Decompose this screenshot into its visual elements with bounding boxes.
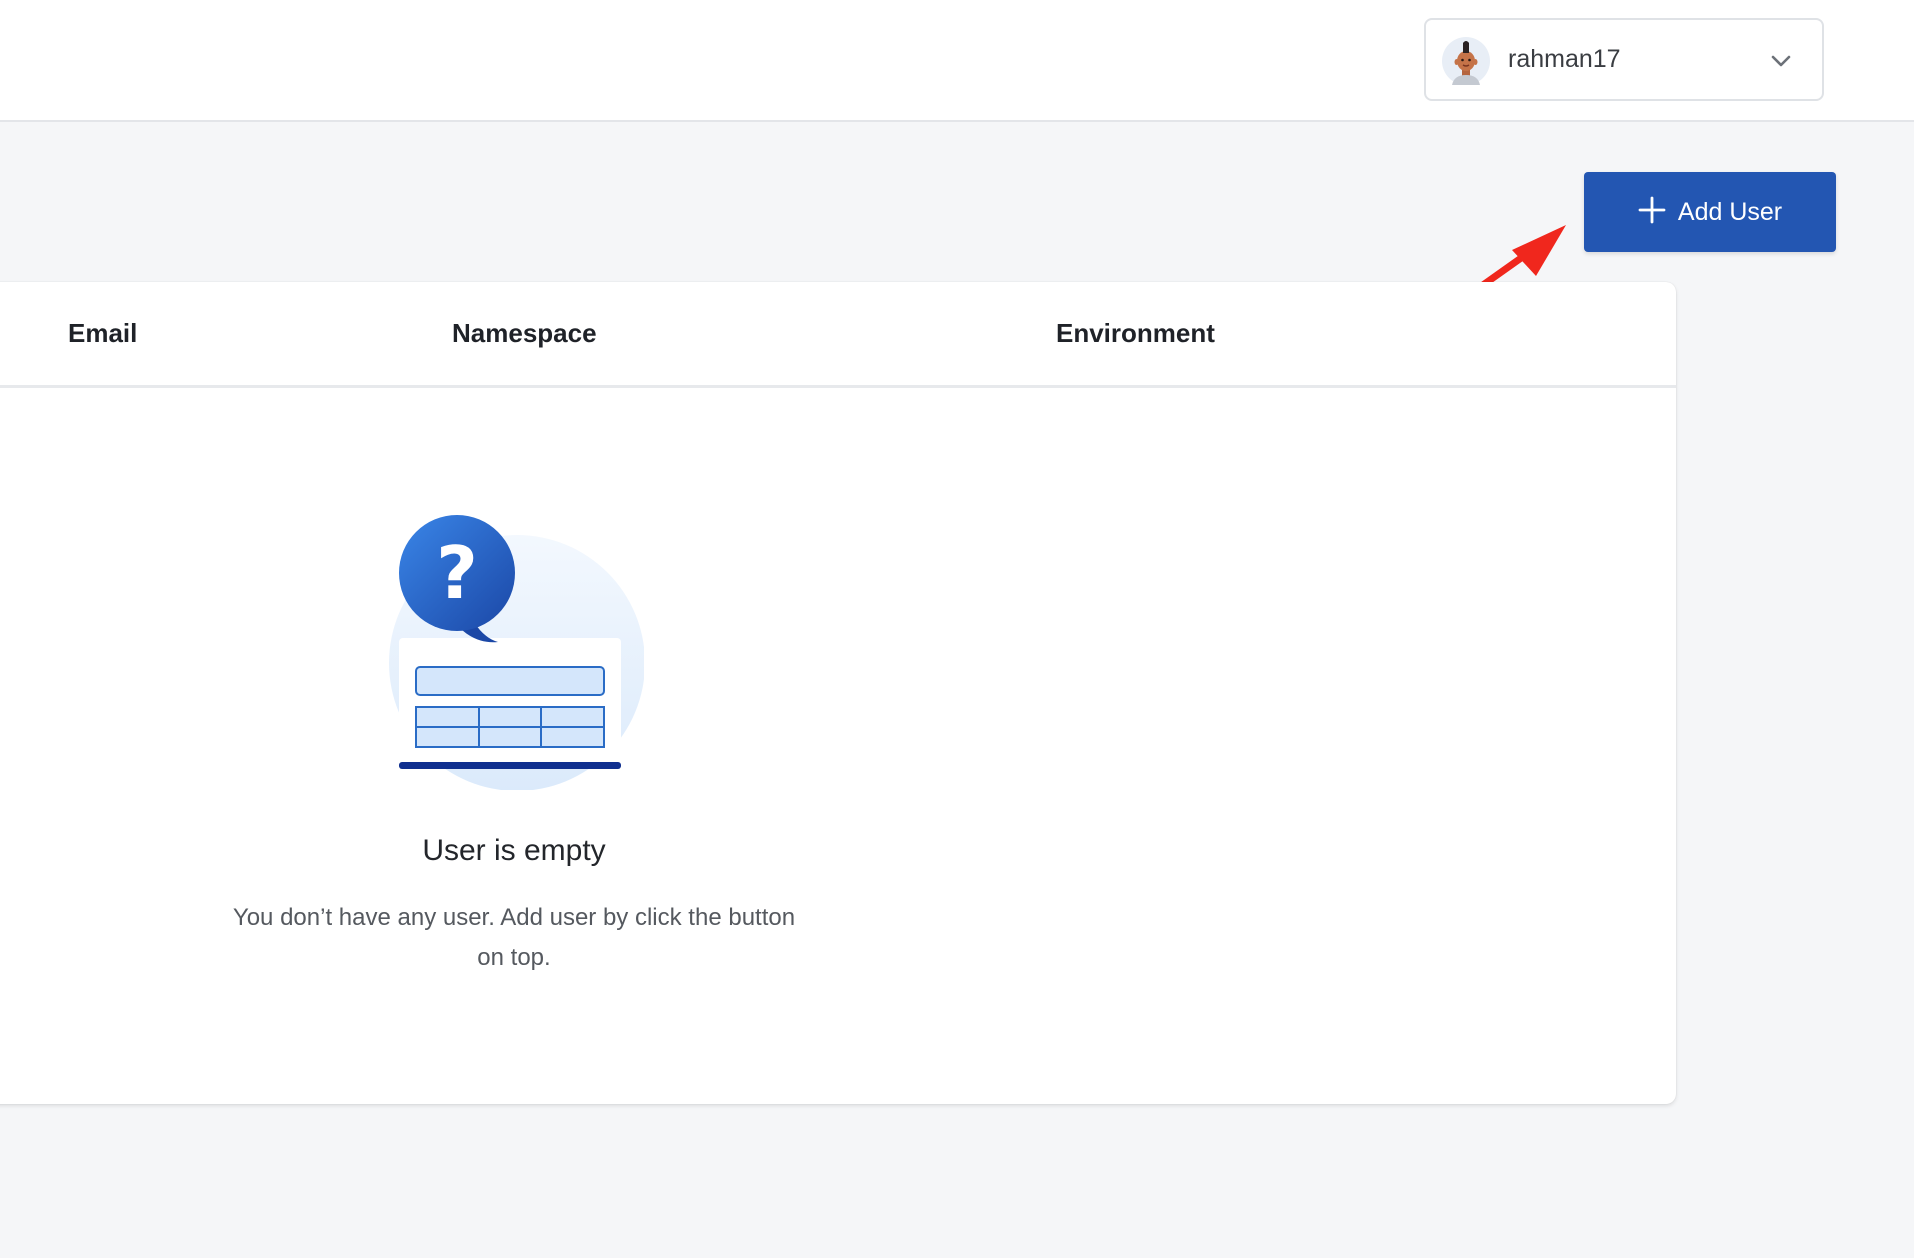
plus-icon (1638, 196, 1666, 224)
empty-state-illustration: ? (389, 515, 644, 790)
empty-state-description: You don’t have any user. Add user by cli… (199, 898, 829, 978)
add-user-button[interactable]: Add User (1584, 172, 1836, 252)
top-bar: rahman17 (0, 0, 1914, 122)
table-header: Email Namespace Environment (0, 282, 1676, 388)
empty-state-description-line-1: You don’t have any user. Add user by cli… (232, 904, 796, 931)
users-table-card: Email Namespace Environment ? User is em… (0, 282, 1676, 1104)
column-header-namespace: Namespace (452, 318, 597, 348)
avatar-icon (1442, 37, 1490, 85)
svg-text:?: ? (436, 531, 478, 615)
chevron-down-icon (1771, 55, 1791, 67)
username-label: rahman17 (1508, 45, 1621, 73)
column-header-email: Email (68, 318, 138, 348)
column-header-environment: Environment (1056, 318, 1215, 348)
empty-state-title: User is empty (422, 834, 606, 867)
user-menu-dropdown[interactable]: rahman17 (1424, 18, 1824, 101)
empty-state-description-line-2: on top. (477, 944, 551, 971)
add-user-label: Add User (1677, 197, 1783, 226)
